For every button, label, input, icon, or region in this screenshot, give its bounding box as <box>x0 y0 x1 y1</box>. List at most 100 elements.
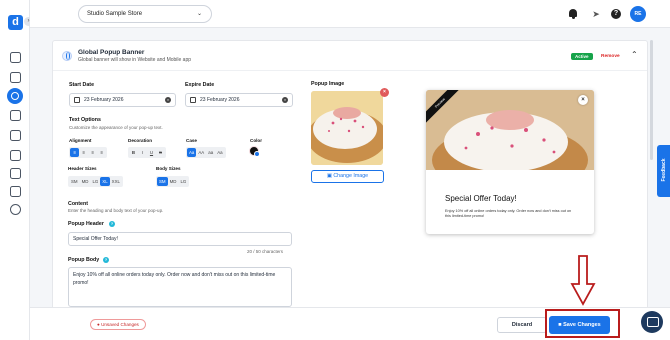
scrollbar[interactable] <box>650 40 653 160</box>
body-size-lg[interactable]: LG <box>178 177 188 186</box>
expire-date-value: 23 February 2026 <box>200 97 240 103</box>
start-date-label: Start Date <box>69 82 95 88</box>
popup-image-label: Popup Image <box>311 81 345 87</box>
rocket-icon[interactable]: ➤ <box>591 9 601 19</box>
preview-image: Preview × <box>426 90 594 170</box>
remove-button[interactable]: Remove <box>601 54 620 59</box>
header-sizes-label: Header Sizes <box>68 166 97 171</box>
case-sentence-button[interactable]: Aa <box>187 148 197 157</box>
preview-heading: Special Offer Today! <box>445 194 517 203</box>
change-image-button[interactable]: ▣ Change Image <box>311 170 384 183</box>
card-title: Global Popup Banner <box>78 49 145 56</box>
popup-header-value: Special Offer Today! <box>73 236 118 242</box>
align-justify-icon[interactable]: ≡ <box>97 148 106 157</box>
sidebar: d › <box>0 0 33 340</box>
donut-image <box>311 91 383 165</box>
popup-body-textarea[interactable]: Enjoy 10% off all online orders today on… <box>68 267 292 307</box>
case-group: Aa AA aa Aa <box>186 147 226 158</box>
orders-icon[interactable] <box>10 72 21 83</box>
help-icon[interactable]: ? <box>611 9 621 19</box>
clear-icon[interactable]: × <box>282 97 288 103</box>
alignment-group: ≡ ≡ ≡ ≡ <box>69 147 107 158</box>
close-icon[interactable]: × <box>578 95 588 105</box>
brand-logo[interactable]: d <box>8 15 23 30</box>
popup-body-label: Popup Body <box>68 257 100 263</box>
header-sizes-group: SM MD LG XL XXL <box>68 176 123 187</box>
settings-icon[interactable] <box>10 204 21 215</box>
marketing-icon[interactable] <box>7 88 23 104</box>
messages-icon[interactable] <box>10 130 21 141</box>
case-label: Case <box>186 138 197 143</box>
decoration-group: B I U S <box>128 147 166 158</box>
italic-button[interactable]: I <box>138 148 147 157</box>
feedback-label: Feedback <box>661 158 667 182</box>
store-select[interactable]: Studio Sample Store ⌄ <box>78 5 212 23</box>
unsaved-changes-badge: ● Unsaved Changes <box>90 319 146 330</box>
bell-icon[interactable] <box>568 9 578 19</box>
store-select-value: Studio Sample Store <box>87 11 143 17</box>
info-icon[interactable]: ? <box>109 221 115 227</box>
body-sizes-label: Body Sizes <box>156 166 181 171</box>
content-subtitle: Enter the heading and body text of your … <box>68 208 164 213</box>
avatar[interactable]: RE <box>630 6 646 22</box>
text-options-subtitle: Customize the appearance of your pop-up … <box>69 125 163 130</box>
bottom-action-bar: ● Unsaved Changes Discard ■ Save Changes <box>30 307 670 340</box>
header-size-xxl[interactable]: XXL <box>110 177 122 186</box>
body-size-md[interactable]: MD <box>168 177 179 186</box>
clear-icon[interactable]: × <box>165 97 171 103</box>
header-size-sm[interactable]: SM <box>69 177 80 186</box>
preview-body: Enjoy 10% off all online orders today on… <box>445 209 572 218</box>
unsaved-changes-label: Unsaved Changes <box>101 322 139 327</box>
alignment-label: Alignment <box>69 138 92 143</box>
decoration-label: Decoration <box>128 138 152 143</box>
underline-button[interactable]: U <box>147 148 156 157</box>
feedback-tab[interactable]: Feedback <box>657 145 670 197</box>
integrations-icon[interactable] <box>10 186 21 197</box>
donut-image <box>426 90 594 170</box>
change-image-label: Change Image <box>333 173 369 179</box>
expire-date-field[interactable]: 23 February 2026 × <box>185 93 293 107</box>
content-title: Content <box>68 201 89 207</box>
header-size-md[interactable]: MD <box>80 177 91 186</box>
delete-image-icon[interactable]: × <box>380 88 389 97</box>
store-icon[interactable] <box>10 52 21 63</box>
card-header: Global Popup Banner Global banner will s… <box>53 41 647 71</box>
popup-header-input[interactable]: Special Offer Today! <box>68 232 292 246</box>
case-upper-button[interactable]: AA <box>196 148 206 157</box>
header-size-lg[interactable]: LG <box>90 177 100 186</box>
expire-date-label: Expire Date <box>185 82 215 88</box>
start-date-value: 23 February 2026 <box>84 97 124 103</box>
save-changes-label: Save Changes <box>563 322 601 328</box>
calendar-icon <box>190 97 196 103</box>
popup-body-value: Enjoy 10% off all online orders today on… <box>73 272 276 286</box>
popup-header-label: Popup Header <box>68 221 104 227</box>
text-color-swatch[interactable] <box>249 146 260 157</box>
status-badge: Active <box>571 53 593 60</box>
customers-icon[interactable] <box>10 168 21 179</box>
info-icon[interactable]: ? <box>103 257 109 263</box>
discard-button[interactable]: Discard <box>497 317 547 333</box>
start-date-field[interactable]: 23 February 2026 × <box>69 93 176 107</box>
align-center-icon[interactable]: ≡ <box>79 148 88 157</box>
chevron-up-icon[interactable]: ⌃ <box>631 51 638 59</box>
save-changes-button[interactable]: ■ Save Changes <box>549 316 610 334</box>
card-subtitle: Global banner will show in Website and M… <box>78 57 192 63</box>
calendar-icon <box>74 97 80 103</box>
media-icon[interactable] <box>10 150 21 161</box>
bold-button[interactable]: B <box>129 148 138 157</box>
case-lower-button[interactable]: aa <box>206 148 215 157</box>
align-left-icon[interactable]: ≡ <box>70 148 79 157</box>
chat-icon[interactable] <box>641 311 663 333</box>
globe-icon <box>62 51 72 61</box>
header-size-xl[interactable]: XL <box>100 177 110 186</box>
reports-icon[interactable] <box>10 110 21 121</box>
body-size-sm[interactable]: SM <box>157 177 168 186</box>
popup-preview: Preview × Special Offer Today! Enjoy 10%… <box>426 90 594 234</box>
align-right-icon[interactable]: ≡ <box>88 148 97 157</box>
case-title-button[interactable]: Aa <box>215 148 224 157</box>
strikethrough-button[interactable]: S <box>156 148 165 157</box>
body-sizes-group: SM MD LG <box>156 176 190 187</box>
chevron-down-icon: ⌄ <box>196 11 202 17</box>
popup-image-thumbnail[interactable] <box>311 91 383 165</box>
text-options-title: Text Options <box>69 117 101 123</box>
